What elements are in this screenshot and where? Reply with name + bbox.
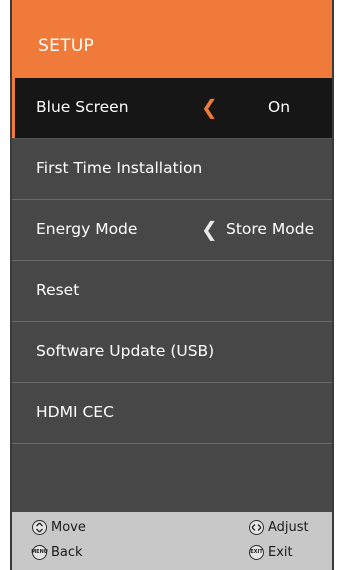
- exit-button-icon: EXIT: [249, 545, 264, 560]
- chevron-left-icon[interactable]: ❮: [201, 95, 218, 119]
- hint-exit: EXIT Exit: [249, 545, 293, 560]
- menu-item-label: Reset: [36, 281, 80, 299]
- menu-item-label: Software Update (USB): [36, 342, 215, 360]
- menu-item-first-time-installation[interactable]: First Time Installation: [12, 139, 332, 200]
- menu-item-label: Energy Mode: [36, 220, 138, 238]
- hint-back: MENU Back: [31, 545, 83, 560]
- hint-label: Adjust: [268, 520, 309, 535]
- menu-header: SETUP: [12, 0, 332, 78]
- menu-item-reset[interactable]: Reset: [12, 261, 332, 322]
- menu-button-icon: MENU: [31, 545, 48, 560]
- menu-item-software-update[interactable]: Software Update (USB): [12, 322, 332, 383]
- menu-item-label: Blue Screen: [36, 98, 129, 116]
- hint-label: Move: [51, 520, 86, 535]
- hint-label: Exit: [268, 545, 293, 560]
- menu-item-label: First Time Installation: [36, 159, 203, 177]
- hint-label: Back: [51, 545, 83, 560]
- hint-adjust: Adjust: [249, 520, 309, 535]
- key-hints-bar: Move Adjust MENU Back EXIT Exit: [12, 512, 332, 570]
- setup-menu-panel: SETUP Blue Screen ❮ On First Time Instal…: [10, 0, 334, 570]
- left-right-nav-icon: [249, 520, 264, 535]
- menu-item-value: Store Mode: [226, 220, 315, 238]
- page-title: SETUP: [38, 36, 95, 56]
- chevron-left-icon[interactable]: ❮: [201, 217, 218, 241]
- menu-item-label: HDMI CEC: [36, 403, 114, 421]
- up-down-nav-icon: [32, 520, 47, 535]
- menu-item-value: On: [268, 98, 291, 116]
- menu-item-energy-mode[interactable]: Energy Mode ❮ Store Mode: [12, 200, 332, 261]
- hint-move: Move: [32, 520, 86, 535]
- menu-item-hdmi-cec[interactable]: HDMI CEC: [12, 383, 332, 444]
- menu-item-blue-screen[interactable]: Blue Screen ❮ On: [12, 78, 332, 139]
